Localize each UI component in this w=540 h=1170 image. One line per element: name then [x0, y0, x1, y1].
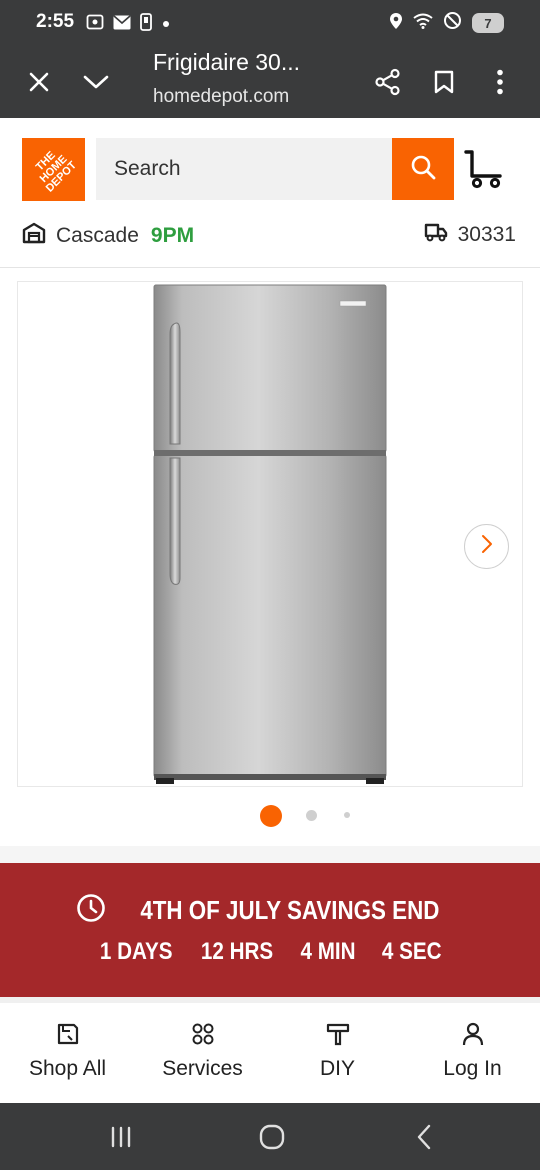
- recents-icon[interactable]: [103, 1121, 139, 1153]
- chevron-down-icon[interactable]: [76, 62, 116, 102]
- wifi-icon: [413, 13, 433, 34]
- dnd-icon: [443, 11, 462, 35]
- nav-services[interactable]: Services: [135, 1003, 270, 1103]
- back-icon[interactable]: [406, 1121, 442, 1153]
- nav-log-in[interactable]: Log In: [405, 1003, 540, 1103]
- savings-title: 4TH OF JULY SAVINGS END: [140, 895, 440, 925]
- nav-diy[interactable]: DIY: [270, 1003, 405, 1103]
- status-right-icons: 7: [389, 11, 504, 35]
- savings-title-row: 4TH OF JULY SAVINGS END: [0, 893, 540, 928]
- nav-label: DIY: [319, 1057, 355, 1080]
- cart-icon[interactable]: [464, 148, 504, 190]
- nav-label: Log In: [443, 1057, 502, 1080]
- logo-text: THE HOME DEPOT: [33, 149, 79, 195]
- status-time: 2:55: [36, 11, 75, 32]
- clock-icon: [76, 893, 106, 928]
- search-input[interactable]: Search: [96, 138, 392, 200]
- countdown-hours: 12 HRS: [200, 938, 274, 965]
- grid-icon: [191, 1022, 215, 1051]
- zip-code: 30331: [457, 222, 516, 246]
- store-hours: 9PM: [150, 223, 195, 247]
- android-nav-bar: [0, 1103, 540, 1170]
- location-icon: [389, 12, 403, 35]
- store-selector[interactable]: Cascade 9PM: [22, 222, 194, 249]
- carousel-dots: [0, 803, 540, 827]
- hammer-icon: [326, 1022, 350, 1051]
- search-icon: [410, 154, 436, 185]
- door-icon: [56, 1022, 80, 1051]
- mail-icon: [113, 14, 131, 35]
- home-icon[interactable]: [254, 1121, 290, 1153]
- nav-label: Shop All: [28, 1057, 107, 1080]
- carousel-dot[interactable]: [306, 810, 317, 821]
- page-url[interactable]: homedepot.com: [153, 86, 313, 108]
- countdown-seconds: 4 SEC: [381, 938, 442, 965]
- product-image-carousel[interactable]: [17, 281, 523, 787]
- bottom-nav: Shop All Services DIY Log In: [0, 1003, 540, 1103]
- savings-banner[interactable]: 4TH OF JULY SAVINGS END 1 DAYS 12 HRS 4 …: [0, 863, 540, 997]
- battery-icon: 7: [472, 13, 504, 33]
- site-header: THE HOME DEPOT Search Cascade 9PM 30331: [0, 118, 540, 268]
- phone-icon: [140, 13, 152, 36]
- carousel-dot-active[interactable]: [260, 805, 282, 827]
- section-divider: [0, 846, 540, 863]
- dot-icon: [161, 16, 171, 34]
- countdown-minutes: 4 MIN: [300, 938, 356, 965]
- screenshot-icon: [86, 13, 104, 36]
- battery-level: 7: [484, 15, 492, 31]
- chevron-right-icon: [481, 534, 493, 559]
- close-icon[interactable]: [19, 62, 59, 102]
- status-left-icons: [86, 13, 171, 36]
- status-bar: 2:55 7: [0, 0, 540, 46]
- home-depot-logo[interactable]: THE HOME DEPOT: [22, 138, 85, 201]
- screen: 2:55 7 Frigidaire 30... homedepot.com TH…: [0, 0, 540, 1170]
- carousel-next-button[interactable]: [464, 524, 509, 569]
- store-name: Cascade: [56, 223, 139, 247]
- delivery-zip[interactable]: 30331: [424, 222, 516, 247]
- search-placeholder: Search: [114, 157, 181, 180]
- countdown-timer: 1 DAYS 12 HRS 4 MIN 4 SEC: [0, 938, 540, 966]
- countdown-days: 1 DAYS: [99, 938, 173, 965]
- bookmark-icon[interactable]: [424, 62, 464, 102]
- nav-shop-all[interactable]: Shop All: [0, 1003, 135, 1103]
- page-title[interactable]: Frigidaire 30...: [153, 49, 300, 76]
- share-icon[interactable]: [368, 62, 408, 102]
- refrigerator-image: [153, 284, 387, 784]
- truck-icon: [424, 222, 448, 247]
- store-icon: [22, 222, 46, 249]
- search-button[interactable]: [392, 138, 454, 200]
- person-icon: [461, 1022, 485, 1051]
- carousel-dot[interactable]: [344, 812, 350, 818]
- more-vert-icon[interactable]: [480, 62, 520, 102]
- nav-label: Services: [162, 1057, 243, 1080]
- browser-toolbar: Frigidaire 30... homedepot.com: [0, 46, 540, 118]
